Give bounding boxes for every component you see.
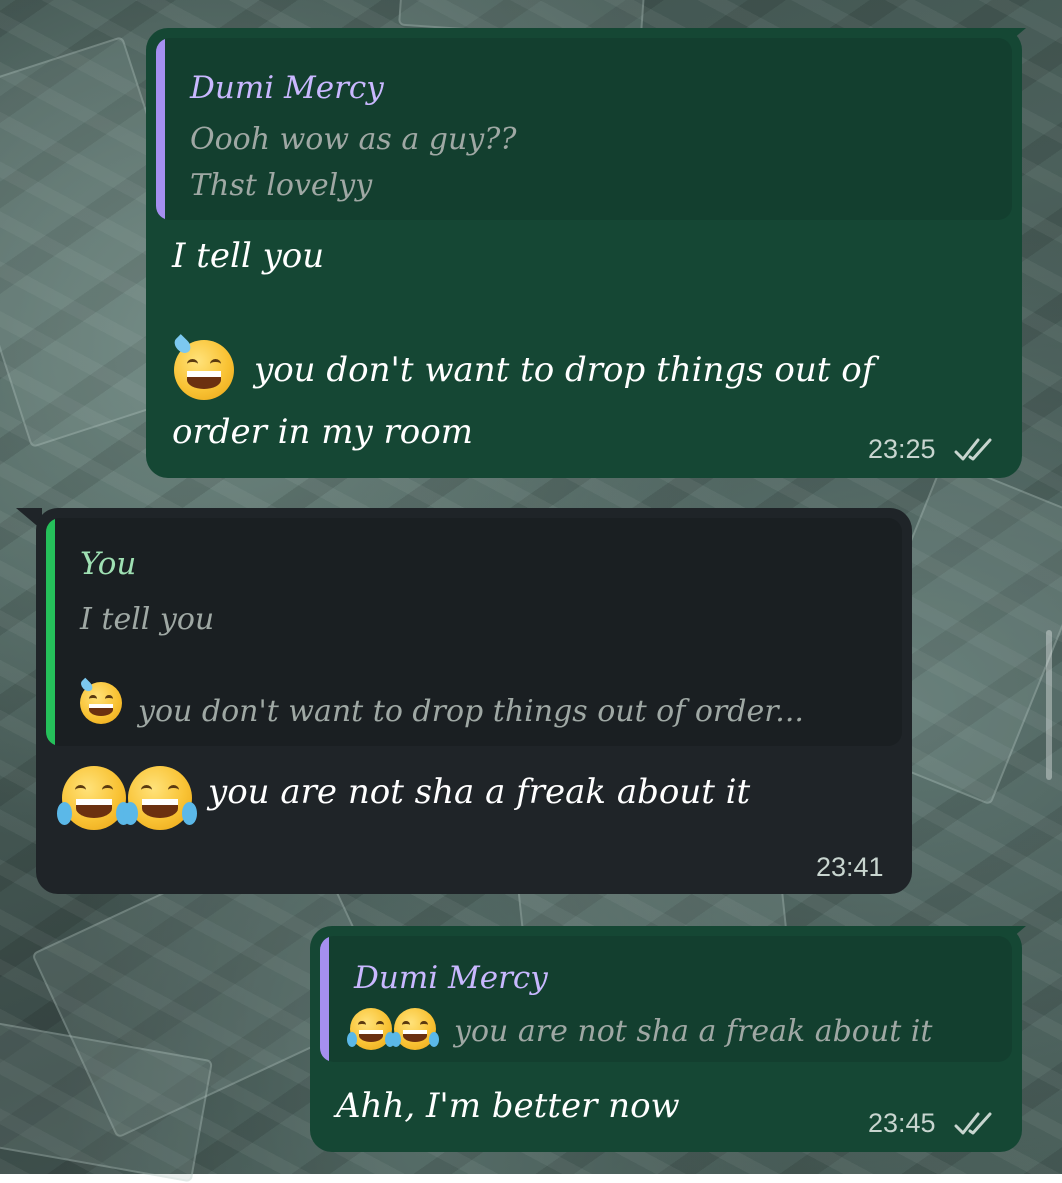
emoji-sweat-drop (171, 334, 195, 357)
sweat-smile-icon (78, 678, 122, 724)
tears-of-joy-icon (346, 1008, 396, 1050)
emoji-tear (56, 801, 73, 825)
emoji-mouth (76, 799, 112, 819)
reply-quote[interactable]: You I tell you you don't want to drop th… (46, 518, 902, 746)
quote-text-line: I tell you (80, 602, 215, 637)
emoji-eye (140, 785, 153, 796)
tears-of-joy-icon (122, 766, 198, 830)
emoji-tear (181, 801, 198, 825)
emoji-eye (187, 359, 198, 369)
emoji-eye (376, 1020, 384, 1029)
emoji-eye (105, 695, 113, 703)
emoji-mouth (187, 371, 221, 390)
outgoing-message-bubble[interactable]: Dumi Mercy Oooh wow as a guy?? Thst love… (146, 28, 1022, 478)
quote-author: You (80, 546, 137, 582)
message-text-line: I tell you (172, 236, 325, 276)
sweat-smile-icon (171, 334, 234, 400)
emoji-mouth (89, 703, 113, 717)
outgoing-message-bubble[interactable]: Dumi Mercy you are not sha a freak about… (310, 926, 1022, 1152)
quote-text-line: you don't want to drop things out of ord… (138, 694, 804, 729)
emoji-eye (358, 1020, 366, 1029)
emoji-tear (429, 1031, 440, 1047)
quote-author: Dumi Mercy (190, 70, 384, 106)
quote-text-line: you are not sha a freak about it (454, 1014, 933, 1049)
emoji-tear (390, 1031, 401, 1047)
emoji-eye (89, 695, 97, 703)
message-text-line: you don't want to drop things out of (254, 350, 875, 390)
emoji-eye (74, 785, 87, 796)
emoji-eye (101, 785, 114, 796)
double-check-icon (954, 438, 992, 461)
quote-accent-bar (46, 518, 55, 746)
emoji-mouth (359, 1029, 383, 1043)
reply-quote[interactable]: Dumi Mercy Oooh wow as a guy?? Thst love… (156, 38, 1012, 220)
quote-text-line: Thst lovelyy (190, 168, 373, 203)
message-text-line: order in my room (172, 412, 473, 452)
scroll-indicator[interactable] (1046, 630, 1052, 780)
message-text-line: you are not sha a freak about it (208, 772, 751, 812)
emoji-eye (402, 1020, 410, 1029)
reply-quote[interactable]: Dumi Mercy you are not sha a freak about… (320, 936, 1012, 1062)
quote-author: Dumi Mercy (354, 960, 548, 996)
quote-text-line: Oooh wow as a guy?? (190, 122, 517, 157)
quote-accent-bar (320, 936, 329, 1062)
message-timestamp: 23:45 (868, 1108, 936, 1138)
emoji-mouth (403, 1029, 427, 1043)
emoji-eye (210, 359, 221, 369)
emoji-eye (420, 1020, 428, 1029)
tears-of-joy-icon (390, 1008, 440, 1050)
quote-accent-bar (156, 38, 165, 220)
emoji-sweat-drop (78, 678, 95, 694)
tears-of-joy-icon (56, 766, 132, 830)
emoji-tear (346, 1031, 357, 1047)
double-check-icon (954, 1112, 992, 1135)
message-text-line: Ahh, I'm better now (336, 1086, 680, 1126)
incoming-message-bubble[interactable]: You I tell you you don't want to drop th… (36, 508, 912, 894)
emoji-mouth (142, 799, 178, 819)
message-timestamp: 23:41 (816, 852, 884, 882)
message-timestamp: 23:25 (868, 434, 936, 464)
emoji-tear (122, 801, 139, 825)
emoji-eye (167, 785, 180, 796)
